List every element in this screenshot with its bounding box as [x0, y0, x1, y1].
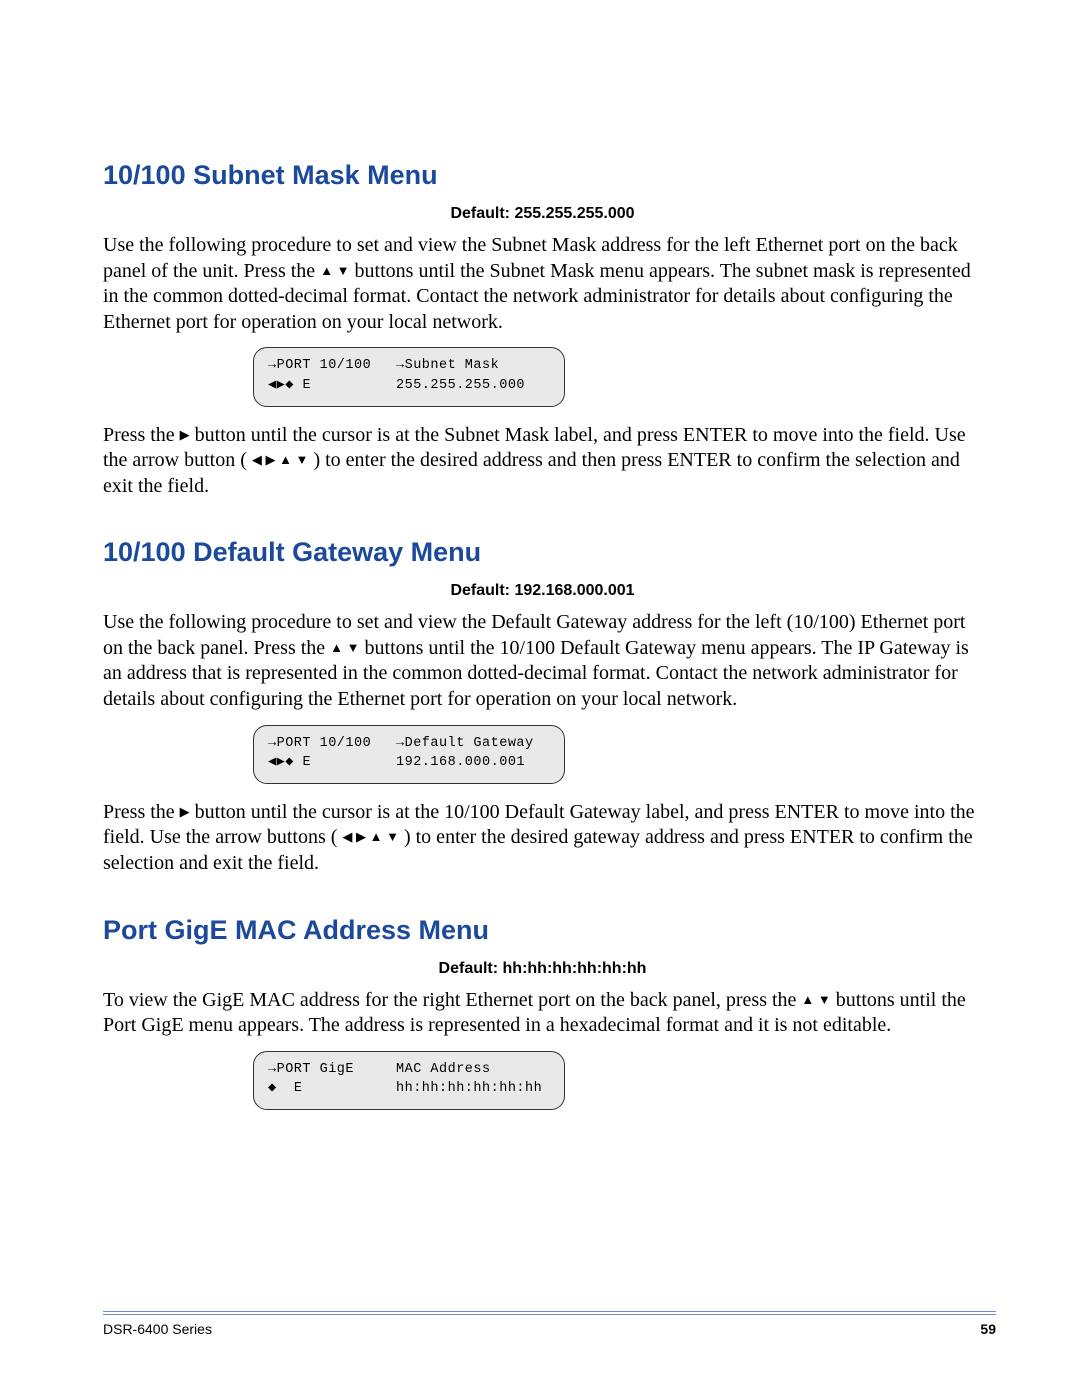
lcd-cell: ◀▶◆ E [268, 376, 396, 396]
lcd-display-gige: →PORT GigE MAC Address ◆ E hh:hh:hh:hh:h… [253, 1051, 565, 1110]
lcd-row: ◆ E hh:hh:hh:hh:hh:hh [268, 1079, 550, 1099]
lcd-cell: ◆ E [268, 1079, 396, 1099]
lcd-cell: 192.168.000.001 [396, 753, 525, 773]
lcd-cell: →Subnet Mask [396, 356, 499, 376]
footer-divider [103, 1311, 996, 1312]
lcd-row: →PORT 10/100 →Default Gateway [268, 734, 550, 754]
lcd-cell: →PORT GigE [268, 1060, 396, 1080]
lcd-cell: →PORT 10/100 [268, 734, 396, 754]
lcd-row: →PORT 10/100 →Subnet Mask [268, 356, 550, 376]
heading-default-gateway: 10/100 Default Gateway Menu [103, 537, 982, 568]
default-gige-mac: Default: hh:hh:hh:hh:hh:hh [103, 960, 982, 978]
text-span: Press the [103, 801, 180, 823]
page-footer: DSR-6400 Series 59 [103, 1311, 996, 1337]
up-down-arrow-icon: ▲ ▼ [330, 640, 359, 655]
heading-gige-mac: Port GigE MAC Address Menu [103, 915, 982, 946]
right-arrow-icon: ▶ [180, 427, 190, 442]
lcd-row: ◀▶◆ E 255.255.255.000 [268, 376, 550, 396]
gateway-paragraph-1: Use the following procedure to set and v… [103, 610, 982, 712]
footer-text-row: DSR-6400 Series 59 [103, 1321, 996, 1337]
heading-subnet-mask: 10/100 Subnet Mask Menu [103, 160, 982, 191]
default-gateway: Default: 192.168.000.001 [103, 582, 982, 600]
up-down-arrow-icon: ▲ ▼ [320, 263, 349, 278]
subnet-paragraph-2: Press the ▶ button until the cursor is a… [103, 423, 982, 500]
lcd-display-gateway: →PORT 10/100 →Default Gateway ◀▶◆ E 192.… [253, 725, 565, 784]
lcd-cell: MAC Address [396, 1060, 491, 1080]
text-span: Press the [103, 424, 180, 446]
lcd-display-subnet: →PORT 10/100 →Subnet Mask ◀▶◆ E 255.255.… [253, 347, 565, 406]
gige-paragraph-1: To view the GigE MAC address for the rig… [103, 988, 982, 1039]
lcd-row: →PORT GigE MAC Address [268, 1060, 550, 1080]
right-arrow-icon: ▶ [180, 804, 190, 819]
subnet-paragraph-1: Use the following procedure to set and v… [103, 233, 982, 335]
page-content: 10/100 Subnet Mask Menu Default: 255.255… [0, 0, 1080, 1196]
lcd-row: ◀▶◆ E 192.168.000.001 [268, 753, 550, 773]
default-subnet-mask: Default: 255.255.255.000 [103, 205, 982, 223]
up-down-arrow-icon: ▲ ▼ [801, 992, 830, 1007]
footer-divider [103, 1314, 996, 1315]
four-arrow-icon: ◀ ▶ ▲ ▼ [342, 829, 399, 844]
footer-page-number: 59 [980, 1321, 996, 1337]
lcd-cell: ◀▶◆ E [268, 753, 396, 773]
four-arrow-icon: ◀ ▶ ▲ ▼ [252, 452, 309, 467]
lcd-cell: hh:hh:hh:hh:hh:hh [396, 1079, 542, 1099]
lcd-cell: →PORT 10/100 [268, 356, 396, 376]
text-span: To view the GigE MAC address for the rig… [103, 989, 801, 1011]
lcd-cell: 255.255.255.000 [396, 376, 525, 396]
footer-series-label: DSR-6400 Series [103, 1321, 212, 1337]
gateway-paragraph-2: Press the ▶ button until the cursor is a… [103, 800, 982, 877]
lcd-cell: →Default Gateway [396, 734, 534, 754]
